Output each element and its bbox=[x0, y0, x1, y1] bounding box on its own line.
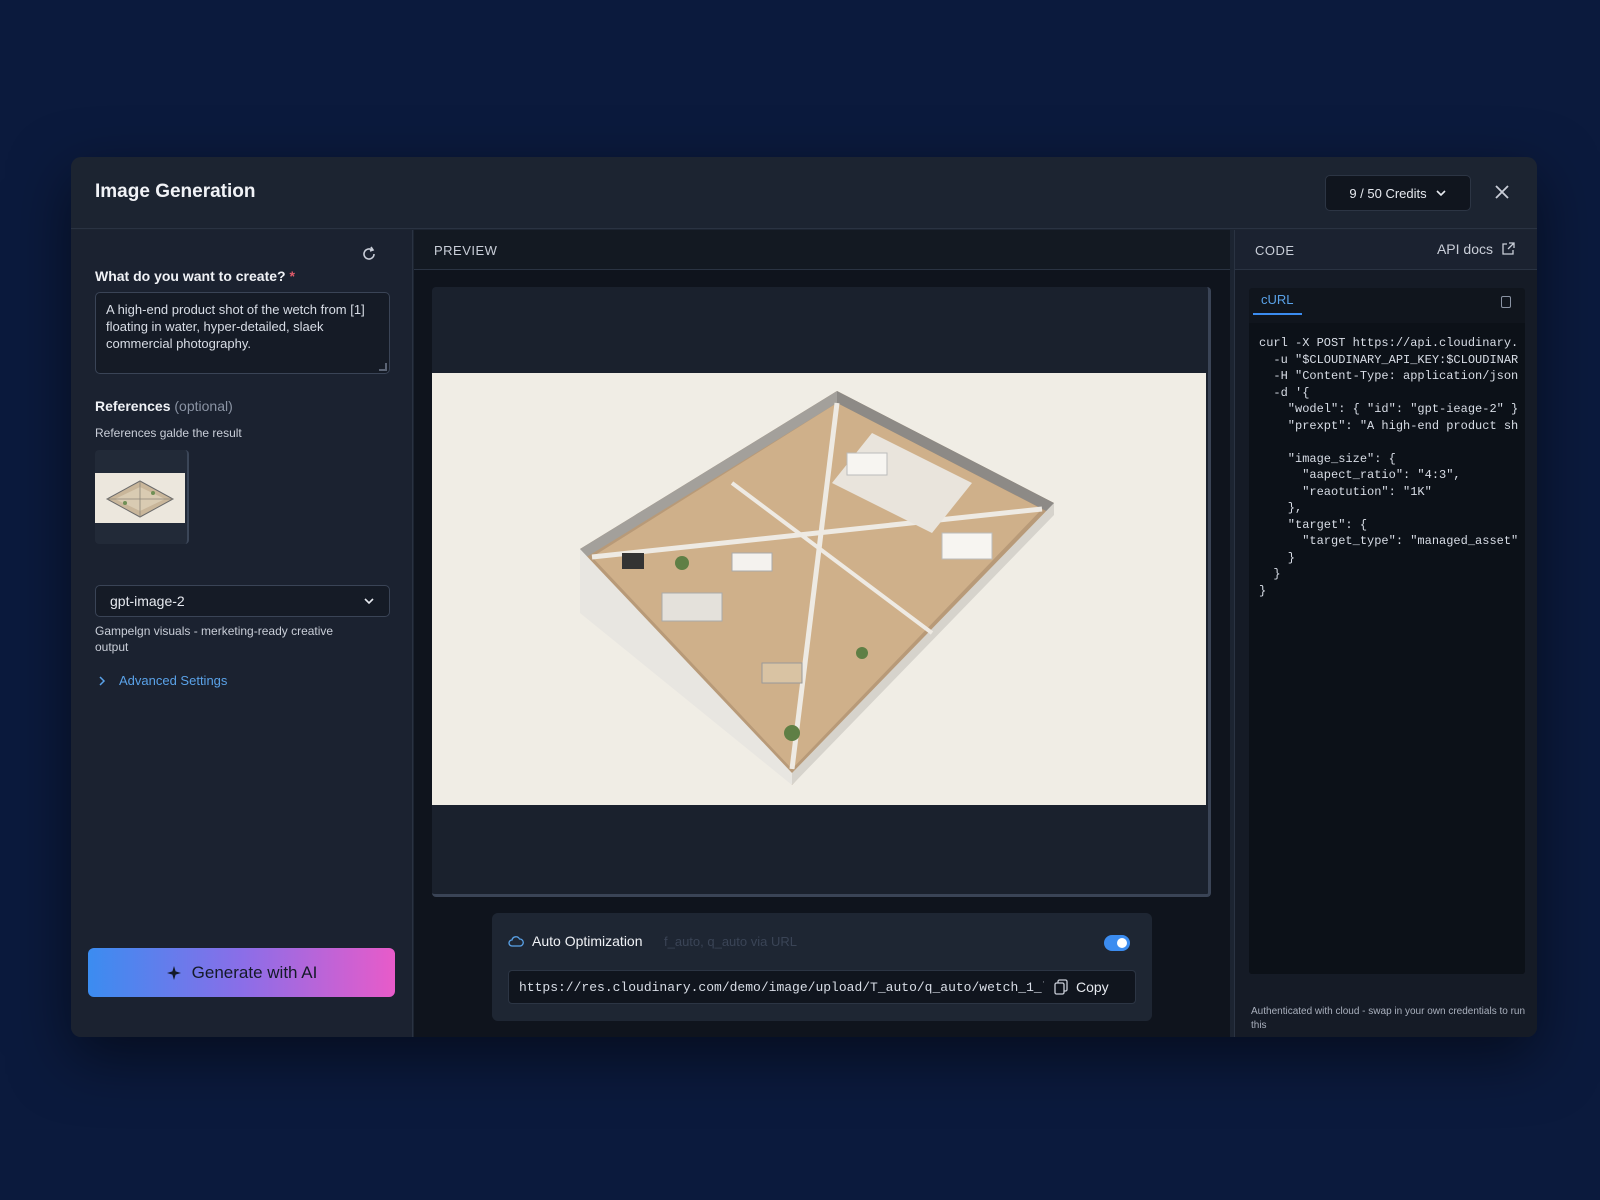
preview-frame bbox=[432, 287, 1211, 897]
image-generation-modal: Image Generation 9 / 50 Credits What do … bbox=[71, 157, 1537, 1037]
advanced-settings-toggle[interactable]: Advanced Settings bbox=[97, 673, 227, 688]
url-value: https://res.cloudinary.com/demo/image/up… bbox=[519, 979, 1044, 995]
chevron-down-icon bbox=[1436, 190, 1446, 197]
copy-icon bbox=[1054, 979, 1068, 995]
references-label: References (optional) bbox=[95, 398, 233, 414]
credits-dropdown[interactable]: 9 / 50 Credits bbox=[1325, 175, 1471, 211]
api-docs-link[interactable]: API docs bbox=[1437, 241, 1515, 257]
code-label: CODE bbox=[1255, 243, 1295, 258]
reference-thumbnail bbox=[95, 473, 185, 523]
resize-handle-icon[interactable] bbox=[379, 363, 387, 371]
modal-title: Image Generation bbox=[95, 181, 256, 202]
code-block: curl -X POST https://api.cloudinary. -u … bbox=[1249, 323, 1525, 974]
close-icon[interactable] bbox=[1491, 181, 1513, 203]
copy-button[interactable]: Copy bbox=[1054, 979, 1109, 995]
credits-label: 9 / 50 Credits bbox=[1349, 185, 1427, 201]
auto-optimization-toggle[interactable] bbox=[1104, 935, 1130, 951]
preview-image bbox=[432, 373, 1206, 805]
modal-header: Image Generation 9 / 50 Credits bbox=[71, 157, 1537, 229]
url-field[interactable]: https://res.cloudinary.com/demo/image/up… bbox=[508, 970, 1136, 1004]
references-hint: References galde the result bbox=[95, 426, 242, 440]
generate-button[interactable]: Generate with AI bbox=[88, 948, 395, 997]
api-docs-label: API docs bbox=[1436, 241, 1493, 257]
copy-label: Copy bbox=[1076, 979, 1109, 995]
auto-optimization-subtitle: f_auto, q_auto via URL bbox=[664, 934, 797, 949]
preview-header: PREVIEW bbox=[414, 230, 1230, 270]
code-panel: CODE API docs cURL curl -X POST https://… bbox=[1234, 230, 1537, 1037]
reference-image-card[interactable] bbox=[95, 450, 189, 544]
auto-optimization-panel: Auto Optimization f_auto, q_auto via URL… bbox=[492, 913, 1152, 1021]
required-mark: * bbox=[289, 268, 295, 284]
model-select[interactable]: gpt-image-2 bbox=[95, 585, 390, 617]
prompt-textarea[interactable] bbox=[95, 292, 390, 374]
refresh-icon[interactable] bbox=[359, 244, 379, 264]
cloud-icon bbox=[508, 936, 524, 947]
copy-code-icon[interactable] bbox=[1501, 296, 1511, 308]
external-link-icon bbox=[1502, 242, 1515, 255]
prompt-panel: What do you want to create? * References… bbox=[71, 230, 413, 1037]
tab-curl[interactable]: cURL bbox=[1253, 292, 1302, 315]
generate-label: Generate with AI bbox=[191, 962, 318, 982]
references-optional: (optional) bbox=[174, 398, 233, 414]
code-area: cURL curl -X POST https://api.cloudinary… bbox=[1249, 288, 1525, 974]
advanced-settings-label: Advanced Settings bbox=[119, 673, 228, 688]
chevron-down-icon bbox=[364, 598, 374, 605]
auto-optimization-title: Auto Optimization bbox=[532, 933, 643, 949]
model-value: gpt-image-2 bbox=[110, 593, 185, 609]
preview-panel: PREVIEW Auto Optimization f_auto, q_auto… bbox=[414, 230, 1230, 1037]
code-text: curl -X POST https://api.cloudinary. -u … bbox=[1259, 336, 1519, 598]
code-header: CODE API docs bbox=[1235, 230, 1537, 270]
auth-note: Authenticated with cloud - swap in your … bbox=[1251, 1006, 1526, 1031]
sparkle-icon bbox=[166, 965, 181, 980]
preview-label: PREVIEW bbox=[434, 243, 498, 258]
model-description: Gampelgn visuals - merketing-ready creat… bbox=[95, 624, 334, 654]
chevron-right-icon bbox=[99, 675, 106, 686]
prompt-label: What do you want to create? * bbox=[95, 268, 295, 284]
